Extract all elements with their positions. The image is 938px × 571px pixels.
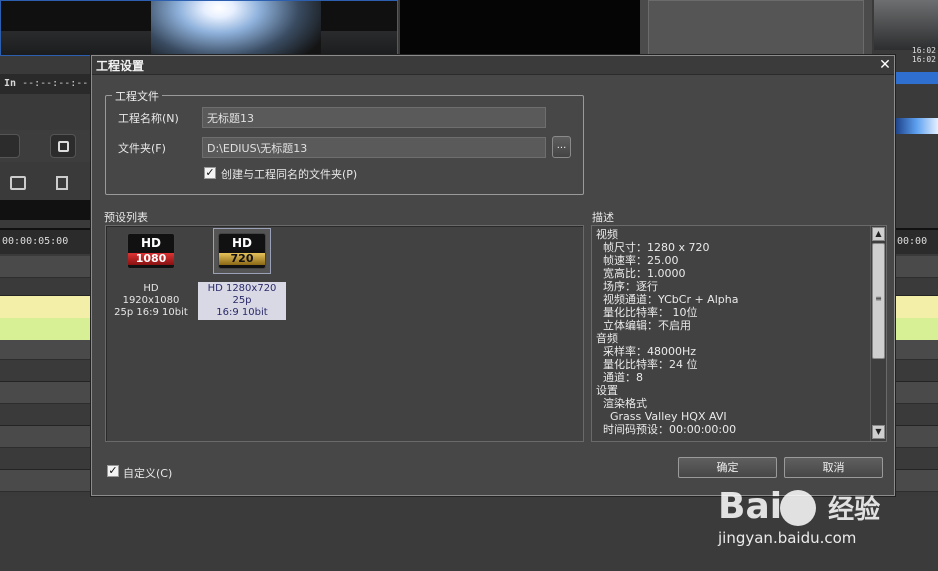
description-line: 宽高比：1.0000 — [596, 267, 686, 280]
create-folder-checkbox[interactable]: ✓ — [204, 167, 216, 179]
hd1080-icon: HD 1080 — [127, 233, 175, 269]
in-timecode: --:--:--:-- — [22, 78, 89, 89]
level-meter — [895, 118, 938, 134]
description-line: Grass Valley HQX AVI — [596, 410, 727, 423]
close-icon[interactable]: ✕ — [876, 56, 894, 74]
bin-panel — [640, 0, 872, 56]
description-label: 描述 — [592, 211, 614, 224]
custom-label: 自定义(C) — [123, 467, 173, 480]
preset-caption: HD 1920x1080 25p 16:9 10bit — [114, 283, 188, 318]
description-line: 视频 — [596, 228, 618, 241]
description-line: 量化比特率：24 位 — [596, 358, 698, 371]
scroll-thumb[interactable]: ≡ — [872, 243, 885, 359]
paw-icon — [780, 490, 816, 526]
project-file-group: 工程文件 工程名称(N) 无标题13 文件夹(F) D:\EDIUS\无标题13… — [105, 88, 584, 195]
hd720-icon: HD 720 — [218, 233, 266, 269]
baidu-watermark: Bai 经验 jingyan.baidu.com — [716, 478, 936, 568]
in-point-display: In --:--:--:-- — [0, 74, 91, 94]
timeline-ruler-left: 00:00:05:00 — [0, 228, 91, 254]
project-name-field[interactable]: 无标题13 — [202, 107, 546, 128]
timeline-header — [0, 200, 91, 220]
description-line: 音频 — [596, 332, 618, 345]
custom-checkbox[interactable]: ✓ — [107, 465, 119, 477]
tracks-right — [895, 256, 938, 492]
project-file-legend: 工程文件 — [112, 88, 162, 104]
save-icon[interactable] — [56, 176, 68, 190]
timeline-toolbar — [0, 170, 91, 198]
project-settings-dialog: 工程设置 ✕ 工程文件 工程名称(N) 无标题13 文件夹(F) D:\EDIU… — [91, 55, 895, 496]
player-toolbar — [0, 130, 91, 162]
stop-button[interactable] — [50, 134, 76, 158]
cancel-button[interactable]: 取消 — [784, 457, 883, 478]
folder-field[interactable]: D:\EDIUS\无标题13 — [202, 137, 546, 158]
project-name-label: 工程名称(N) — [118, 112, 179, 125]
description-scrollbar[interactable]: ▲ ≡ ▼ — [870, 226, 886, 441]
ok-button[interactable]: 确定 — [678, 457, 777, 478]
add-clip-icon[interactable] — [10, 176, 26, 190]
description-line: 帧速率：25.00 — [596, 254, 679, 267]
watermark-url: jingyan.baidu.com — [718, 529, 857, 547]
scroll-up-icon[interactable]: ▲ — [872, 227, 885, 241]
preset-hd1080[interactable]: HD 1080 HD 1920x1080 25p 16:9 10bit — [112, 228, 190, 320]
preset-caption: HD 1280x720 25p 16:9 10bit — [198, 282, 286, 320]
folder-label: 文件夹(F) — [118, 142, 166, 155]
in-label: In — [4, 78, 17, 89]
description-text: 视频 帧尺寸：1280 x 720 帧速率：25.00 宽高比：1.0000 场… — [596, 228, 866, 436]
undo-button[interactable] — [0, 134, 20, 158]
stop-icon — [58, 141, 69, 152]
thumbnail-preview — [874, 0, 938, 50]
timeline-ruler-right: 00:00 — [895, 228, 938, 254]
tracks-left — [0, 256, 91, 532]
preset-hd720[interactable]: HD 720 HD 1280x720 25p 16:9 10bit — [198, 228, 286, 320]
description-line: 渲染格式 — [596, 397, 647, 410]
description-line: 帧尺寸：1280 x 720 — [596, 241, 710, 254]
browse-button[interactable]: ... — [552, 136, 571, 158]
dialog-title: 工程设置 — [96, 58, 145, 73]
preset-list: HD 1080 HD 1920x1080 25p 16:9 10bit HD 7… — [105, 225, 584, 442]
description-line: 设置 — [596, 384, 618, 397]
description-line: 采样率：48000Hz — [596, 345, 697, 358]
scroll-down-icon[interactable]: ▼ — [872, 425, 885, 439]
preview-spark — [151, 1, 321, 55]
description-line: 视频通道：YCbCr + Alpha — [596, 293, 739, 306]
bin-selection — [895, 72, 938, 84]
description-panel[interactable]: 视频 帧尺寸：1280 x 720 帧速率：25.00 宽高比：1.0000 场… — [591, 225, 887, 442]
description-line: 时间码预设：00:00:00:00 — [596, 423, 737, 436]
create-folder-label: 创建与工程同名的文件夹(P) — [221, 168, 358, 181]
dialog-titlebar: 工程设置 ✕ — [92, 56, 894, 75]
preset-list-label: 预设列表 — [104, 211, 148, 224]
player-preview — [0, 0, 398, 56]
recorder-preview — [400, 0, 640, 56]
description-line: 立体编辑：不启用 — [596, 319, 691, 332]
description-line: 量化比特率： 10位 — [596, 306, 698, 319]
description-line: 场序：逐行 — [596, 280, 658, 293]
description-line: 通道：8 — [596, 371, 643, 384]
